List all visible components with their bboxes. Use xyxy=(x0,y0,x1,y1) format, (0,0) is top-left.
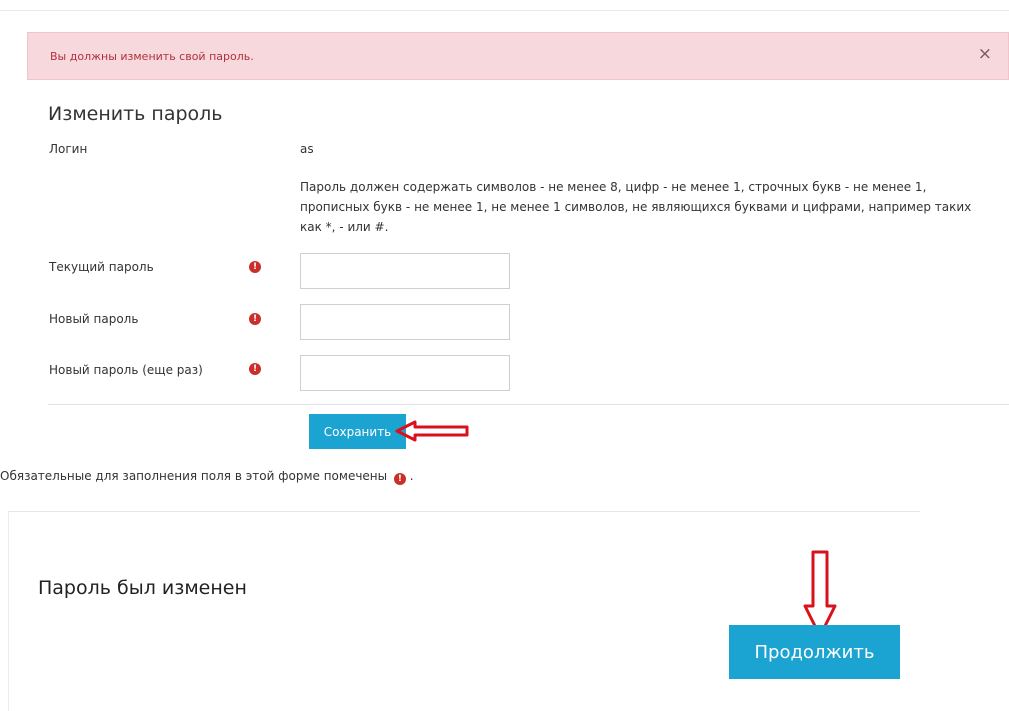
form-divider xyxy=(48,404,1009,405)
repeat-password-label: Новый пароль (еще раз) xyxy=(49,363,203,377)
password-change-alert: Вы должны изменить свой пароль. × xyxy=(27,32,1009,80)
password-rules: Пароль должен содержать символов - не ме… xyxy=(300,180,972,234)
repeat-password-input[interactable] xyxy=(300,355,510,391)
alert-message: Вы должны изменить свой пароль. xyxy=(50,50,254,63)
current-password-label: Текущий пароль xyxy=(49,260,154,274)
close-icon[interactable]: × xyxy=(978,46,992,63)
login-value: as xyxy=(300,142,314,156)
form-title: Изменить пароль xyxy=(48,103,223,125)
new-password-label: Новый пароль xyxy=(49,312,139,326)
password-changed-message: Пароль был изменен xyxy=(38,577,247,599)
save-button[interactable]: Сохранить xyxy=(309,414,406,449)
left-arrow-annotation-icon xyxy=(395,420,469,442)
required-icon: ! xyxy=(393,473,406,485)
new-password-input[interactable] xyxy=(300,304,510,340)
required-icon: ! xyxy=(249,261,261,273)
required-icon: ! xyxy=(249,313,261,325)
login-label: Логин xyxy=(49,142,88,156)
required-note-text: Обязательные для заполнения поля в этой … xyxy=(0,469,388,483)
required-icon: ! xyxy=(249,363,261,375)
password-changed-card xyxy=(8,511,920,711)
top-divider xyxy=(0,10,1009,11)
required-fields-note: Обязательные для заполнения поля в этой … xyxy=(0,469,414,485)
current-password-input[interactable] xyxy=(300,253,510,289)
required-note-tail: . xyxy=(409,469,414,483)
continue-button[interactable]: Продолжить xyxy=(729,625,900,679)
